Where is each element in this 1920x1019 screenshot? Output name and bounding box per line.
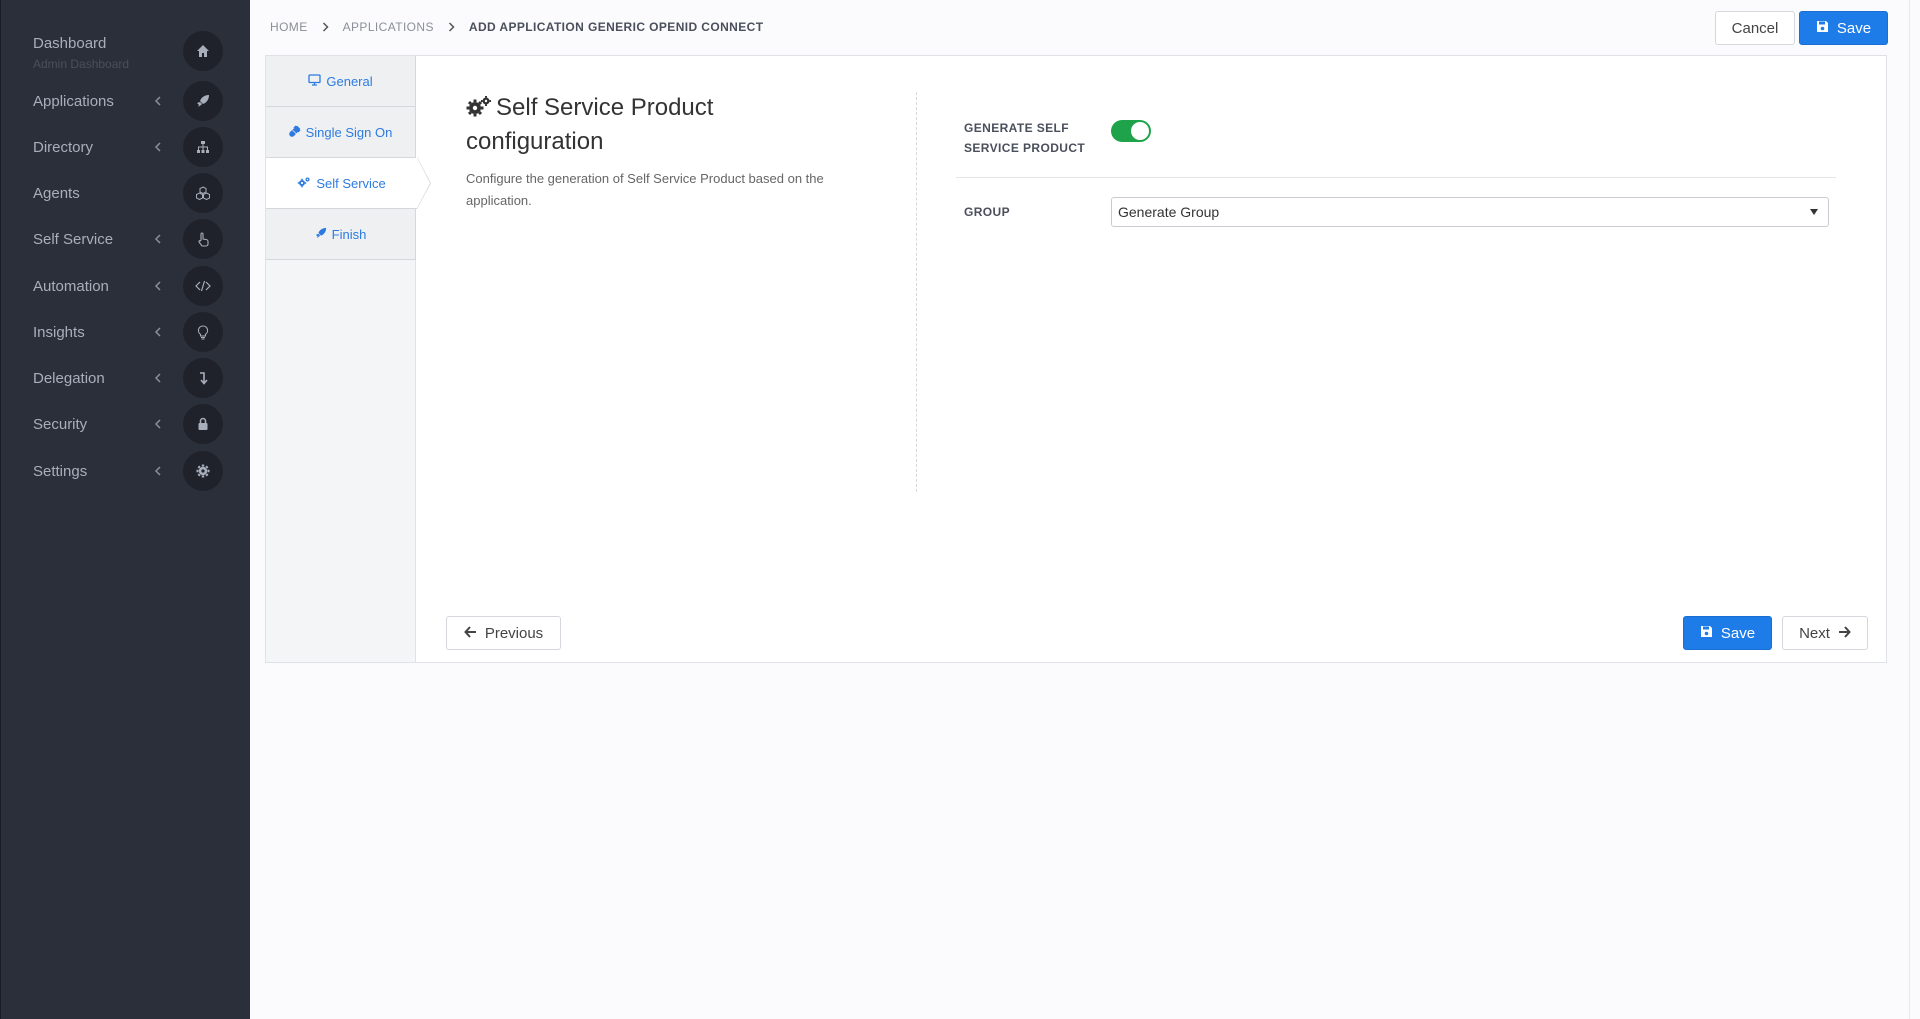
form-divider	[956, 177, 1836, 178]
sidebar-item-label: Directory	[33, 138, 94, 156]
tab-label: Finish	[331, 226, 367, 242]
sidebar-item-settings[interactable]: Settings	[1, 448, 251, 494]
next-button[interactable]: Next	[1782, 616, 1868, 650]
page-title: Self Service Product configuration	[466, 92, 786, 158]
plug-icon	[288, 125, 301, 140]
generate-self-service-toggle[interactable]	[1111, 120, 1151, 142]
chevron-left-icon	[151, 140, 165, 154]
sitemap-icon	[183, 127, 223, 167]
breadcrumb-current: ADD APPLICATION GENERIC OPENID CONNECT	[468, 20, 764, 34]
vertical-divider	[916, 92, 917, 492]
sidebar-item-insights[interactable]: Insights	[1, 309, 251, 355]
breadcrumb: HOME APPLICATIONS ADD APPLICATION GENERI…	[270, 20, 763, 34]
tab-label: Single Sign On	[305, 124, 393, 140]
section-description: Configure the generation of Self Service…	[466, 171, 824, 208]
wizard-tabs: General Single Sign On Self Service Fini…	[266, 56, 431, 662]
sidebar-item-agents[interactable]: Agents	[1, 170, 251, 216]
active-tab-pointer-inner	[417, 158, 430, 208]
save-button-label: Save	[1836, 19, 1872, 37]
gears-icon	[466, 94, 492, 126]
cancel-button[interactable]: Cancel	[1715, 11, 1795, 45]
tab-label: Self Service	[316, 175, 386, 191]
sidebar-item-label: Applications	[33, 92, 114, 110]
save-button-bottom[interactable]: Save	[1683, 616, 1772, 650]
chevron-left-icon	[151, 325, 165, 339]
sidebar-item-label: Insights	[33, 323, 85, 341]
sidebar-item-dashboard[interactable]: Dashboard Admin Dashboard	[1, 28, 251, 74]
save-button-top[interactable]: Save	[1799, 11, 1888, 45]
sidebar-item-label: Settings	[33, 462, 88, 480]
chevron-left-icon	[151, 94, 165, 108]
tab-self-service[interactable]: Self Service	[266, 157, 431, 209]
home-icon	[183, 31, 223, 71]
cancel-button-label: Cancel	[1731, 19, 1779, 37]
rocket-icon	[183, 81, 223, 121]
sidebar-item-delegation[interactable]: Delegation	[1, 355, 251, 401]
window-edge	[1909, 0, 1920, 1019]
floppy-disk-icon	[1816, 20, 1829, 37]
chevron-left-icon	[151, 371, 165, 385]
breadcrumb-home[interactable]: HOME	[270, 20, 308, 34]
sidebar-item-security[interactable]: Security	[1, 401, 251, 447]
gear-icon	[183, 451, 223, 491]
chevron-left-icon	[151, 417, 165, 431]
sidebar-item-label: Dashboard	[33, 35, 107, 52]
sidebar-item-sublabel: Admin Dashboard	[33, 57, 130, 71]
chevron-left-icon	[151, 232, 165, 246]
tab-single-sign-on[interactable]: Single Sign On	[266, 107, 416, 158]
sidebar-item-directory[interactable]: Directory	[1, 124, 251, 170]
chevron-left-icon	[151, 464, 165, 478]
arrow-left-icon	[463, 625, 477, 642]
lock-icon	[183, 404, 223, 444]
sidebar-item-label: Agents	[33, 184, 80, 202]
chevron-right-icon	[448, 22, 455, 32]
toggle-knob	[1131, 122, 1149, 140]
generate-self-service-label: GENERATE SELF SERVICE PRODUCT	[964, 121, 1086, 155]
section-title-text: Self Service Product configuration	[466, 94, 714, 155]
cubes-icon	[183, 173, 223, 213]
code-icon	[183, 266, 223, 306]
floppy-disk-icon	[1700, 625, 1713, 642]
chevron-left-icon	[151, 279, 165, 293]
group-label: GROUP	[964, 205, 1011, 219]
arrow-right-icon	[1838, 625, 1851, 642]
lightbulb-icon	[183, 312, 223, 352]
save-button-label: Save	[1720, 624, 1756, 642]
sidebar-item-self-service[interactable]: Self Service	[1, 216, 251, 262]
sidebar-item-label: Security	[33, 415, 88, 433]
hand-pointer-icon	[183, 219, 223, 259]
tab-general[interactable]: General	[266, 56, 416, 107]
sidebar-item-label: Automation	[33, 277, 109, 295]
rocket-icon	[315, 227, 327, 242]
caret-down-icon	[1810, 209, 1818, 215]
tab-label: General	[326, 73, 373, 89]
sidebar-item-automation[interactable]: Automation	[1, 263, 251, 309]
group-select[interactable]: Generate Group	[1111, 197, 1829, 227]
chevron-right-icon	[322, 22, 329, 32]
sidebar-item-applications[interactable]: Applications	[1, 78, 251, 124]
group-select-value: Generate Group	[1118, 204, 1220, 220]
gears-icon	[297, 176, 311, 191]
wizard-card: General Single Sign On Self Service Fini…	[265, 55, 1887, 663]
sidebar: Dashboard Admin Dashboard Applications D…	[0, 0, 250, 1019]
next-button-label: Next	[1799, 624, 1830, 642]
sidebar-item-label: Self Service	[33, 230, 114, 248]
tab-finish[interactable]: Finish	[266, 209, 416, 260]
breadcrumb-applications[interactable]: APPLICATIONS	[343, 20, 434, 34]
level-down-icon	[183, 358, 223, 398]
previous-button-label: Previous	[484, 624, 544, 642]
previous-button[interactable]: Previous	[446, 616, 561, 650]
sidebar-item-label: Delegation	[33, 369, 105, 387]
desktop-icon	[308, 73, 322, 89]
